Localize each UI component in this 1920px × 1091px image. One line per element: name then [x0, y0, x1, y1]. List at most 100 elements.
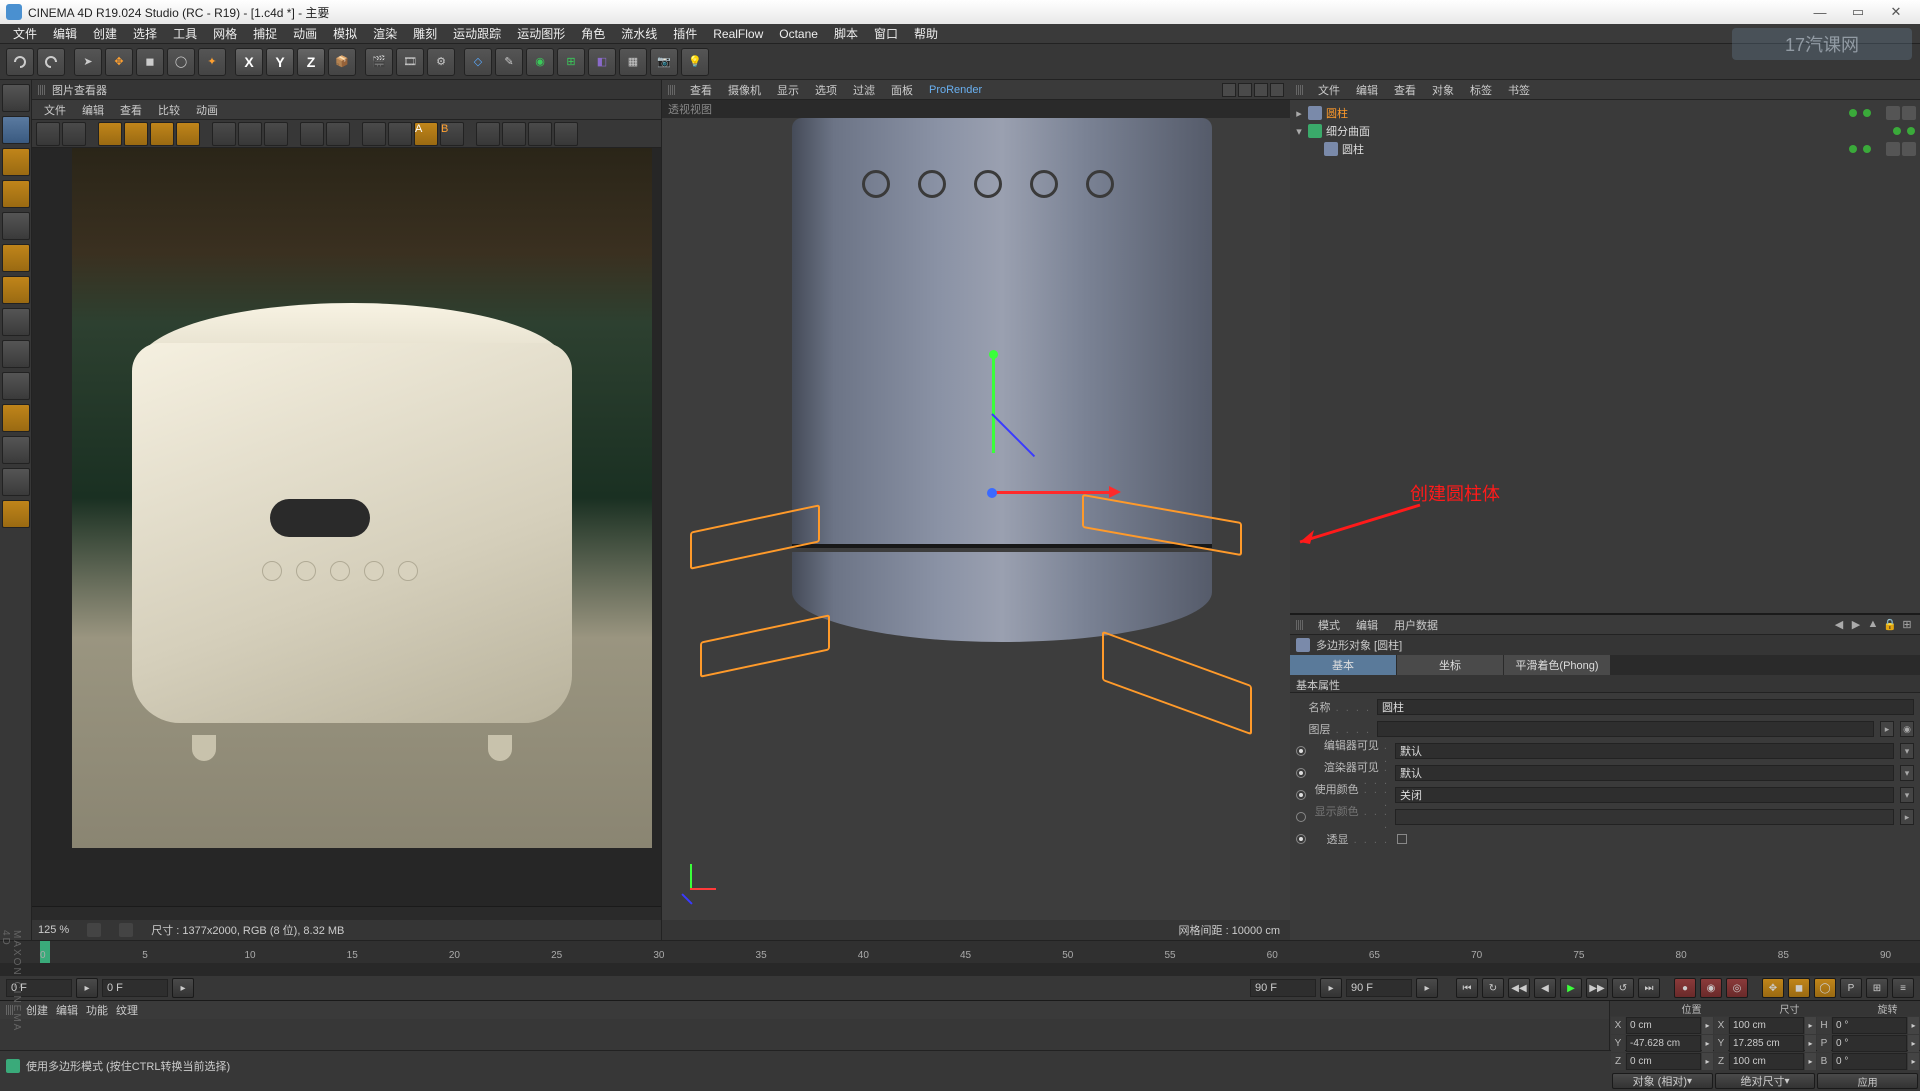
tl-record[interactable]: ● [1674, 978, 1696, 998]
axis-y-lock[interactable]: Y [266, 48, 294, 76]
close-button[interactable]: ✕ [1878, 3, 1914, 21]
tl-end-step[interactable]: ▸ [1320, 978, 1342, 998]
pv-layout-1[interactable] [300, 122, 324, 146]
tl-keysel[interactable]: ◎ [1726, 978, 1748, 998]
mat-menu-function[interactable]: 功能 [86, 1002, 108, 1018]
pv-menu-anim[interactable]: 动画 [190, 100, 224, 120]
attr-tab-basic[interactable]: 基本 [1290, 655, 1396, 675]
coord-rot-p[interactable]: 0 ° [1832, 1035, 1907, 1052]
rotate-tool[interactable]: ◯ [167, 48, 195, 76]
tl-pla-key[interactable]: ⊞ [1866, 978, 1888, 998]
menu-sculpt[interactable]: 雕刻 [406, 23, 444, 44]
attr-rnvis-radio[interactable] [1296, 768, 1306, 778]
snap-settings[interactable] [2, 468, 30, 496]
editor-vis-dot[interactable] [1893, 127, 1901, 135]
coord-pos-y[interactable]: -47.628 cm [1626, 1035, 1701, 1052]
om-menu-objects[interactable]: 对象 [1426, 80, 1460, 100]
pv-menu-file[interactable]: 文件 [38, 100, 72, 120]
menu-plugins[interactable]: 插件 [666, 23, 704, 44]
tag-icon[interactable] [1902, 142, 1916, 156]
coord-rot-h[interactable]: 0 ° [1832, 1017, 1907, 1034]
mat-menu-texture[interactable]: 纹理 [116, 1002, 138, 1018]
vp-prorender[interactable]: ProRender [923, 82, 988, 98]
pv-filter-2[interactable] [502, 122, 526, 146]
pv-filter-1[interactable] [476, 122, 500, 146]
pv-filter-4[interactable] [554, 122, 578, 146]
make-editable[interactable] [2, 84, 30, 112]
tag-icon[interactable] [1902, 106, 1916, 120]
attr-xray-checkbox[interactable] [1397, 834, 1407, 844]
vp-nav-4[interactable] [1270, 83, 1284, 97]
tl-autokey[interactable]: ◉ [1700, 978, 1722, 998]
coord-system[interactable]: 📦 [328, 48, 356, 76]
picture-viewer-canvas[interactable] [32, 148, 661, 906]
tl-scale-key[interactable]: ◼ [1788, 978, 1810, 998]
coord-size-x[interactable]: 100 cm [1729, 1017, 1804, 1034]
pv-save[interactable] [62, 122, 86, 146]
menu-tracker[interactable]: 运动跟踪 [446, 23, 508, 44]
viewport-canvas[interactable] [662, 118, 1290, 920]
axis-z-lock[interactable]: Z [297, 48, 325, 76]
tl-goto-start[interactable]: ⏮ [1456, 978, 1478, 998]
attr-tab-coord[interactable]: 坐标 [1397, 655, 1503, 675]
attr-tab-phong[interactable]: 平滑着色(Phong) [1504, 655, 1610, 675]
object-tree[interactable]: ▸ 圆柱 ▾ 细分曲面 [1290, 100, 1920, 613]
tl-end2-field[interactable]: 90 F [1346, 979, 1412, 997]
editor-vis-dot[interactable] [1849, 145, 1857, 153]
vp-nav-2[interactable] [1238, 83, 1252, 97]
workplane-mode[interactable] [2, 180, 30, 208]
coord-size-dropdown[interactable]: 绝对尺寸 ▾ [1715, 1073, 1816, 1089]
timeline-ruler[interactable]: 051015202530354045505560657075808590 [0, 941, 1920, 963]
tl-cur-step[interactable]: ▸ [172, 978, 194, 998]
tl-start-step[interactable]: ▸ [76, 978, 98, 998]
coord-rot-b[interactable]: 0 ° [1832, 1053, 1907, 1070]
vp-menu-options[interactable]: 选项 [809, 80, 843, 100]
menu-script[interactable]: 脚本 [827, 23, 865, 44]
vp-menu-display[interactable]: 显示 [771, 80, 805, 100]
attr-edvis-field[interactable]: 默认 [1395, 743, 1894, 759]
generator-array[interactable]: ⊞ [557, 48, 585, 76]
tl-goto-end[interactable]: ⏭ [1638, 978, 1660, 998]
om-menu-view[interactable]: 查看 [1388, 80, 1422, 100]
menu-pipeline[interactable]: 流水线 [614, 23, 664, 44]
maximize-button[interactable]: ▭ [1840, 3, 1876, 21]
pv-info[interactable] [388, 122, 412, 146]
vp-nav-1[interactable] [1222, 83, 1236, 97]
vp-menu-filter[interactable]: 过滤 [847, 80, 881, 100]
pv-play[interactable] [119, 923, 133, 937]
menu-mesh[interactable]: 网格 [206, 23, 244, 44]
tl-end-field[interactable]: 90 F [1250, 979, 1316, 997]
timeline-track[interactable] [0, 963, 1920, 977]
attr-layer-picker[interactable]: ◉ [1900, 721, 1914, 737]
am-nav-back[interactable]: ◀ [1832, 618, 1846, 632]
pv-menu-edit[interactable]: 编辑 [76, 100, 110, 120]
am-menu-edit[interactable]: 编辑 [1350, 615, 1384, 635]
vp-menu-view[interactable]: 查看 [684, 80, 718, 100]
tl-pos-key[interactable]: ✥ [1762, 978, 1784, 998]
attr-name-field[interactable]: 圆柱 [1377, 699, 1914, 715]
primitive-cube[interactable]: ◇ [464, 48, 492, 76]
am-nav-up[interactable]: ▲ [1866, 618, 1880, 632]
pv-ab-1[interactable] [212, 122, 236, 146]
redo-button[interactable] [37, 48, 65, 76]
pv-layout-2[interactable] [326, 122, 350, 146]
am-nav-lock[interactable]: 🔒 [1883, 618, 1897, 632]
om-menu-edit[interactable]: 编辑 [1350, 80, 1384, 100]
axis-mode[interactable] [2, 308, 30, 336]
menu-window[interactable]: 窗口 [867, 23, 905, 44]
select-tool[interactable]: ➤ [74, 48, 102, 76]
tl-record-cycle[interactable]: ↺ [1612, 978, 1634, 998]
tl-rot-key[interactable]: ◯ [1814, 978, 1836, 998]
tl-loop[interactable]: ↻ [1482, 978, 1504, 998]
tl-end2-step[interactable]: ▸ [1416, 978, 1438, 998]
vp-menu-panel[interactable]: 面板 [885, 80, 919, 100]
menu-octane[interactable]: Octane [772, 25, 825, 43]
undo-button[interactable] [6, 48, 34, 76]
pv-channel-3[interactable] [150, 122, 174, 146]
menu-snap[interactable]: 捕捉 [246, 23, 284, 44]
tl-current-field[interactable]: 0 F [102, 979, 168, 997]
render-vis-dot[interactable] [1863, 145, 1871, 153]
render-vis-dot[interactable] [1863, 109, 1871, 117]
deformer[interactable]: ◧ [588, 48, 616, 76]
attr-rnvis-dropdown[interactable]: ▾ [1900, 765, 1914, 781]
